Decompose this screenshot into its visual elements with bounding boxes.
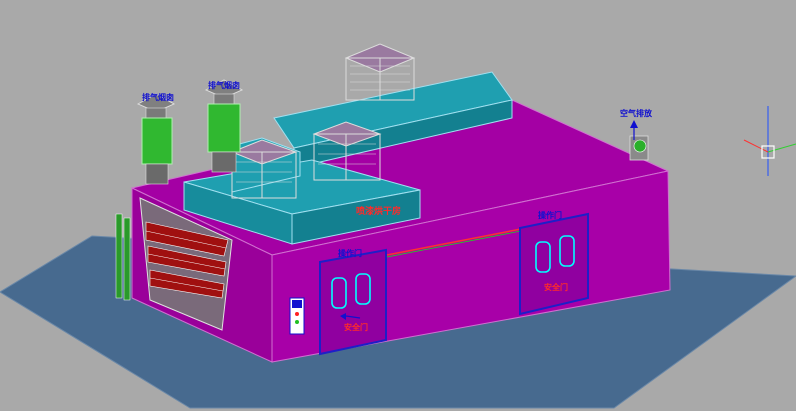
air-supply-unit (629, 120, 649, 161)
door-left-title: 操作门 (338, 248, 362, 258)
exhaust-tower-1 (136, 93, 176, 185)
control-panel[interactable] (289, 297, 305, 335)
front-banner-label: 喷漆烘干房 (356, 205, 401, 217)
cad-viewport[interactable]: 喷漆烘干房 操作门 安全门 操作门 安全门 排气烟囱 排气烟囱 空气排放 (0, 0, 796, 411)
air-supply-label: 空气排放 (620, 108, 653, 118)
door-right-sign: 安全门 (544, 282, 568, 292)
exhaust-label-2: 排气烟囱 (208, 80, 240, 90)
ucs-axis-icon (743, 106, 796, 176)
exhaust-label-1: 排气烟囱 (142, 92, 174, 102)
door-left-sign: 安全门 (344, 322, 368, 332)
door-left[interactable] (319, 248, 387, 356)
door-right[interactable] (519, 212, 589, 316)
door-right-title: 操作门 (538, 210, 562, 220)
paint-booth-drawing: 喷漆烘干房 操作门 安全门 操作门 安全门 排气烟囱 排气烟囱 空气排放 (0, 43, 796, 409)
